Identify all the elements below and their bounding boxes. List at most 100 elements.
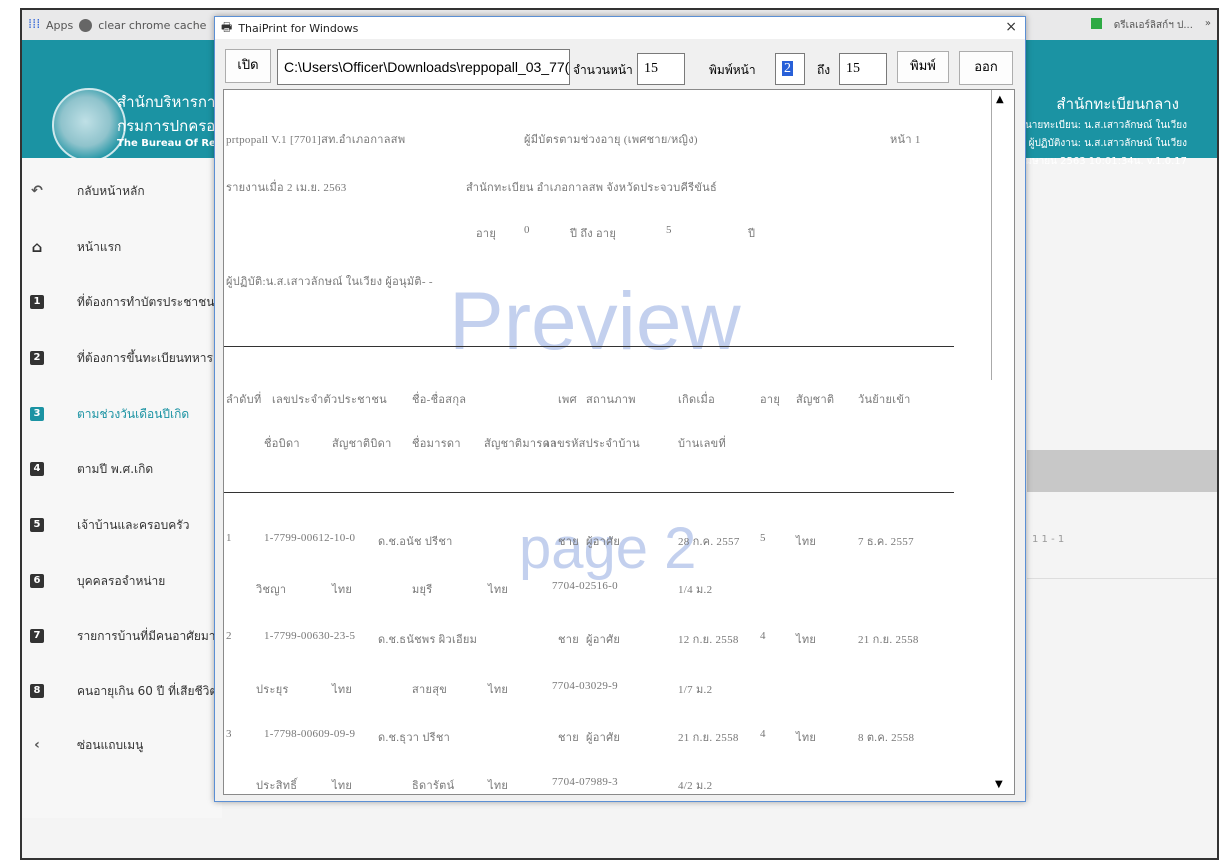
age-from: 0: [524, 224, 530, 236]
col-header: ชื่อบิดา: [264, 438, 300, 450]
page-count-field[interactable]: 15: [637, 53, 685, 85]
report-page-label: หน้า 1: [890, 134, 921, 146]
to-label: ถึง: [817, 63, 831, 77]
col-header: วันย้ายเข้า: [858, 394, 911, 406]
sidebar-item-3-active[interactable]: 3 ตามช่วงวันเดือนปีเกิด: [22, 399, 222, 429]
record-father: ประสิทธิ์: [256, 780, 298, 792]
record-no: 2: [226, 630, 232, 642]
close-button[interactable]: ×: [1005, 19, 1017, 35]
record-status: ผู้อาศัย: [586, 634, 621, 646]
record-house-code: 7704-02516-0: [552, 580, 618, 592]
number-5-icon: 5: [30, 518, 44, 532]
record-name: ด.ช.อนัช ปรีชา: [378, 536, 453, 548]
record-moved: 8 ต.ค. 2558: [858, 732, 915, 744]
datetime-version-line: 2 เมษายน 2563 10:01:34น. v.1.0.17: [1012, 156, 1188, 167]
sidebar-item-label: ตามช่วงวันเดือนปีเกิด: [77, 406, 190, 421]
print-button[interactable]: พิมพ์: [897, 51, 949, 83]
print-from-field[interactable]: 2: [775, 53, 805, 85]
col-header: ลำดับที่: [226, 394, 262, 406]
preview-scrollbar-upper[interactable]: ▲: [991, 90, 1012, 380]
thaiprint-window: 🖶 ThaiPrint for Windows × เปิด C:\Users\…: [214, 16, 1026, 802]
age-to: 5: [666, 224, 672, 236]
record-father: วิชญา: [256, 584, 287, 596]
sidebar-item-4[interactable]: 4 ตามปี พ.ศ.เกิด: [22, 454, 222, 484]
record-fnat: ไทย: [332, 780, 353, 792]
sidebar-item-label: เจ้าบ้านและครอบครัว: [77, 517, 190, 532]
preview-scrollbar-lower[interactable]: ▼: [991, 380, 1011, 794]
sidebar-item-back-main[interactable]: ↶ กลับหน้าหลัก: [22, 176, 222, 206]
sidebar-item-6[interactable]: 6 บุคคลรอจำหน่าย: [22, 566, 222, 596]
sidebar-menu: ↶ กลับหน้าหลัก ⌂ หน้าแรก 1 ที่ต้องการทำบ…: [22, 158, 230, 818]
number-1-icon: 1: [30, 295, 44, 309]
bookmark-clear-cache[interactable]: clear chrome cache: [98, 19, 206, 32]
sidebar-item-7[interactable]: 7 รายการบ้านที่มีคนอาศัยมากก: [22, 621, 230, 651]
sidebar-item-label: บุคคลรอจำหน่าย: [77, 573, 166, 588]
sidebar-item-label: รายการบ้านที่มีคนอาศัยมากก: [77, 628, 231, 643]
apps-grid-icon[interactable]: ⁞⁞⁞: [28, 18, 40, 31]
record-house-no: 1/7 ม.2: [678, 684, 713, 696]
number-4-icon: 4: [30, 462, 44, 476]
sidebar-item-1[interactable]: 1 ที่ต้องการทำบัตรประชาชน: [22, 287, 222, 317]
officer-line: ผู้ปฏิบัติ:น.ส.เสาวลักษณ์ ในเวียง ผู้อนุ…: [226, 276, 433, 288]
record-mother: มยุรี: [412, 584, 433, 596]
scroll-down-arrow-icon[interactable]: ▼: [995, 779, 1003, 790]
col-header: เลขประจำตัวประชาชน: [272, 394, 387, 406]
age-unit: ปี: [748, 228, 756, 240]
print-from-value: 2: [782, 61, 793, 76]
window-title: ThaiPrint for Windows: [238, 21, 359, 35]
record-age: 4: [760, 728, 766, 740]
sidebar-item-label: ที่ต้องการขึ้นทะเบียนทหาร: [77, 350, 213, 365]
header-top-rule: [224, 346, 954, 347]
record-house-code: 7704-07989-3: [552, 776, 618, 788]
print-preview-pane[interactable]: Preview page 2 prtpopall V.1 [7701]สท.อำ…: [223, 89, 1015, 795]
record-moved: 21 ก.ย. 2558: [858, 634, 919, 646]
record-mnat: ไทย: [488, 684, 509, 696]
record-born: 28 ก.ค. 2557: [678, 536, 740, 548]
record-mother: สายสุข: [412, 684, 448, 696]
preview-watermark: Preview: [449, 276, 741, 367]
record-age: 5: [760, 532, 766, 544]
report-date: รายงานเมื่อ 2 เม.ย. 2563: [226, 182, 347, 194]
sidebar-item-hide-menu[interactable]: ‹ ซ่อนแถบเมนู: [22, 730, 222, 760]
back-arrow-icon: ↶: [31, 183, 43, 199]
record-house-no: 4/2 ม.2: [678, 780, 713, 792]
record-sex: ชาย: [558, 536, 579, 548]
print-to-field[interactable]: 15: [839, 53, 887, 85]
bookmark-right-label[interactable]: ดรีเลเอร์ลิสก์ฯ ป...: [1114, 18, 1193, 33]
record-sex: ชาย: [558, 634, 579, 646]
apps-bookmark[interactable]: Apps: [46, 19, 73, 32]
registrar-line: นายทะเบียน: น.ส.เสาวลักษณ์ ในเวียง: [1024, 120, 1187, 131]
col-header: ชื่อมารดา: [412, 438, 461, 450]
sheet-icon: [1090, 18, 1102, 29]
record-born: 21 ก.ย. 2558: [678, 732, 739, 744]
col-header: อายุ: [760, 394, 781, 406]
age-label: อายุ: [476, 228, 497, 240]
number-3-icon: 3: [30, 407, 44, 421]
record-sex: ชาย: [558, 732, 579, 744]
row-divider: [1027, 578, 1217, 579]
sidebar-item-2[interactable]: 2 ที่ต้องการขึ้นทะเบียนทหาร: [22, 343, 222, 373]
sidebar-item-8[interactable]: 8 คนอายุเกิน 60 ปี ที่เสียชีวิต: [22, 676, 222, 706]
printer-icon: 🖶: [221, 19, 233, 34]
file-path-field[interactable]: C:\Users\Officer\Downloads\reppopall_03_…: [277, 49, 570, 85]
window-titlebar: 🖶 ThaiPrint for Windows ×: [215, 17, 1025, 39]
sidebar-item-5[interactable]: 5 เจ้าบ้านและครอบครัว: [22, 510, 222, 540]
home-icon: ⌂: [31, 238, 43, 256]
header-bottom-rule: [224, 492, 954, 493]
scroll-up-arrow-icon[interactable]: ▲: [996, 94, 1004, 105]
record-status: ผู้อาศัย: [586, 536, 621, 548]
record-nat: ไทย: [796, 732, 817, 744]
exit-button[interactable]: ออก: [959, 51, 1013, 85]
print-from-label: พิมพ์หน้า: [709, 63, 756, 77]
sidebar-item-home[interactable]: ⌂ หน้าแรก: [22, 232, 222, 262]
record-father: ประยุร: [256, 684, 289, 696]
col-header: บ้านเลขที่: [678, 438, 727, 450]
record-house-code: 7704-03029-9: [552, 680, 618, 692]
org-dept-th: กรมการปกครอง: [117, 117, 223, 135]
bookmarks-right: ดรีเลเอร์ลิสก์ฯ ป... »: [1085, 18, 1211, 33]
record-id: 1-7798-00609-09-9: [264, 728, 356, 740]
chevron-left-icon: ‹: [34, 737, 40, 753]
bookmarks-overflow-button[interactable]: »: [1205, 18, 1211, 33]
open-button[interactable]: เปิด: [225, 49, 271, 83]
record-status: ผู้อาศัย: [586, 732, 621, 744]
